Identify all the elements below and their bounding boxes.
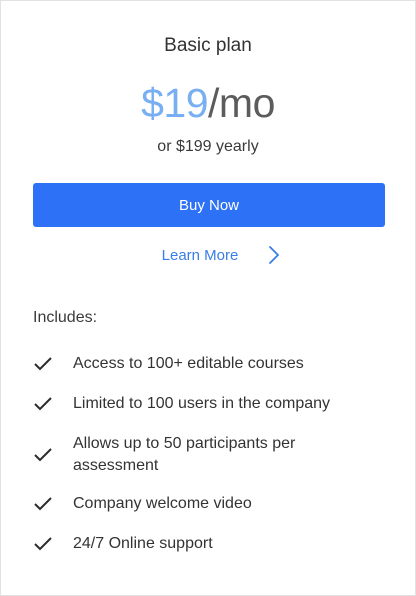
checkmark-icon xyxy=(33,356,57,372)
learn-more-row: Learn More xyxy=(1,243,415,267)
buy-now-button[interactable]: Buy Now xyxy=(33,183,385,227)
feature-item: Access to 100+ editable courses xyxy=(33,353,385,375)
feature-item: Company welcome video xyxy=(33,493,385,515)
price-period: /mo xyxy=(208,80,275,126)
feature-item: Allows up to 50 participants per assessm… xyxy=(33,433,385,477)
feature-text: Allows up to 50 participants per assessm… xyxy=(73,435,296,474)
plan-name: Basic plan xyxy=(164,35,252,56)
feature-text: Access to 100+ editable courses xyxy=(73,355,304,372)
chevron-right-icon xyxy=(268,245,280,265)
pricing-card: Basic plan $19/mo or $199 yearly Buy Now… xyxy=(0,0,416,596)
learn-more-label: Learn More xyxy=(161,246,239,264)
plan-price: $19/mo xyxy=(1,79,415,127)
price-amount: $19 xyxy=(141,80,209,126)
checkmark-icon xyxy=(33,496,57,512)
feature-text: Company welcome video xyxy=(73,495,252,512)
feature-item: Limited to 100 users in the company xyxy=(33,393,385,415)
feature-text: 24/7 Online support xyxy=(73,535,213,552)
feature-item: 24/7 Online support xyxy=(33,533,385,555)
checkmark-icon xyxy=(33,396,57,412)
learn-more-link[interactable]: Learn More xyxy=(136,243,281,267)
feature-text: Limited to 100 users in the company xyxy=(73,395,331,412)
yearly-price: or $199 yearly xyxy=(157,138,259,155)
includes-heading: Includes: xyxy=(33,309,98,326)
checkmark-icon xyxy=(33,536,57,552)
checkmark-icon xyxy=(33,447,57,463)
